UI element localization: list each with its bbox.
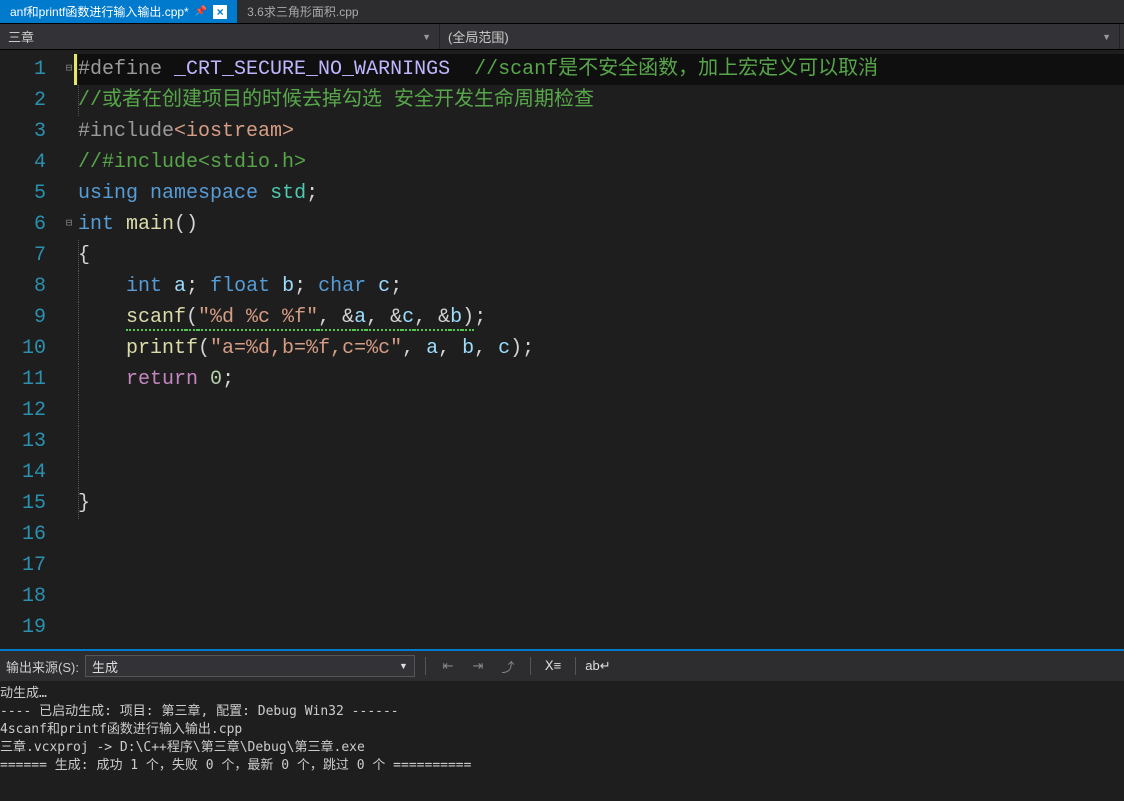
output-source-label: 输出来源(S): [6,657,79,676]
line-number: 11 [0,364,60,395]
output-source-value: 生成 [92,657,118,676]
code-line[interactable] [78,519,1124,550]
close-icon[interactable]: × [213,5,227,19]
tab-label: anf和printf函数进行输入输出.cpp* [10,3,189,20]
fold-marker [60,612,78,643]
fold-marker [60,240,78,271]
code-editor[interactable]: 12345678910111213141516171819 ⊟⊟ #define… [0,50,1124,649]
code-line[interactable] [78,395,1124,426]
code-line[interactable]: int main() [78,209,1124,240]
line-number: 12 [0,395,60,426]
scope-label: 三章 [8,27,34,46]
tab-inactive-file[interactable]: 3.6求三角形面积.cpp [237,0,368,23]
code-line[interactable]: } [78,488,1124,519]
fold-marker [60,550,78,581]
navigation-bar: 三章 ▼ (全局范围) ▼ [0,24,1124,50]
goto-prev-icon[interactable]: ⇤ [436,655,460,677]
fold-marker [60,519,78,550]
code-line[interactable]: printf("a=%d,b=%f,c=%c", a, b, c); [78,333,1124,364]
line-number: 14 [0,457,60,488]
code-content[interactable]: #define _CRT_SECURE_NO_WARNINGS //scanf是… [78,50,1124,649]
line-number: 7 [0,240,60,271]
separator [575,657,576,675]
output-text[interactable]: 动生成… ---- 已启动生成: 项目: 第三章, 配置: Debug Win3… [0,681,1124,801]
chevron-down-icon: ▼ [399,661,408,671]
code-line[interactable]: { [78,240,1124,271]
tab-bar: anf和printf函数进行输入输出.cpp* 📌 × 3.6求三角形面积.cp… [0,0,1124,24]
tab-label: 3.6求三角形面积.cpp [247,3,358,20]
code-line[interactable]: #include<iostream> [78,116,1124,147]
goto-next-icon[interactable]: ⇥ [466,655,490,677]
line-number: 16 [0,519,60,550]
line-number: 3 [0,116,60,147]
line-number: 19 [0,612,60,643]
fold-marker [60,178,78,209]
fold-marker[interactable]: ⊟ [60,209,78,240]
member-label: (全局范围) [448,27,509,46]
tab-active-file[interactable]: anf和printf函数进行输入输出.cpp* 📌 × [0,0,237,23]
fold-marker [60,147,78,178]
fold-marker [60,581,78,612]
line-number: 17 [0,550,60,581]
pin-icon[interactable]: 📌 [195,6,207,17]
line-number: 15 [0,488,60,519]
code-line[interactable] [78,581,1124,612]
line-number: 8 [0,271,60,302]
fold-marker [60,302,78,333]
code-line[interactable] [78,612,1124,643]
code-line[interactable]: using namespace std; [78,178,1124,209]
separator [425,657,426,675]
output-toolbar: 输出来源(S): 生成 ▼ ⇤ ⇥ ⤴ Ⅹ≡ ab↵ [0,651,1124,681]
line-number: 10 [0,333,60,364]
fold-marker [60,488,78,519]
line-number-gutter: 12345678910111213141516171819 [0,50,60,649]
fold-marker [60,333,78,364]
code-line[interactable] [78,550,1124,581]
fold-marker [60,271,78,302]
line-number: 4 [0,147,60,178]
line-number: 2 [0,85,60,116]
line-number: 13 [0,426,60,457]
code-line[interactable]: scanf("%d %c %f", &a, &c, &b); [78,302,1124,333]
wrap-icon[interactable]: ab↵ [586,655,610,677]
fold-column: ⊟⊟ [60,50,78,649]
separator [530,657,531,675]
output-source-dropdown[interactable]: 生成 ▼ [85,655,415,677]
scope-dropdown[interactable]: 三章 ▼ [0,24,440,49]
fold-marker [60,85,78,116]
line-number: 5 [0,178,60,209]
line-number: 6 [0,209,60,240]
member-dropdown[interactable]: (全局范围) ▼ [440,24,1120,49]
fold-marker [60,395,78,426]
goto-icon[interactable]: ⤴ [496,655,520,677]
line-number: 9 [0,302,60,333]
code-line[interactable]: //或者在创建项目的时候去掉勾选 安全开发生命周期检查 [78,85,1124,116]
fold-marker [60,457,78,488]
code-line[interactable] [78,426,1124,457]
code-line[interactable]: return 0; [78,364,1124,395]
code-line[interactable]: int a; float b; char c; [78,271,1124,302]
fold-marker [60,116,78,147]
chevron-down-icon: ▼ [1102,32,1111,42]
code-line[interactable]: //#include<stdio.h> [78,147,1124,178]
line-number: 18 [0,581,60,612]
fold-marker [60,364,78,395]
line-number: 1 [0,54,60,85]
fold-marker [60,426,78,457]
output-panel: 输出来源(S): 生成 ▼ ⇤ ⇥ ⤴ Ⅹ≡ ab↵ 动生成… ---- 已启动… [0,649,1124,801]
code-line[interactable]: #define _CRT_SECURE_NO_WARNINGS //scanf是… [78,54,1124,85]
code-line[interactable] [78,457,1124,488]
chevron-down-icon: ▼ [422,32,431,42]
clear-icon[interactable]: Ⅹ≡ [541,655,565,677]
